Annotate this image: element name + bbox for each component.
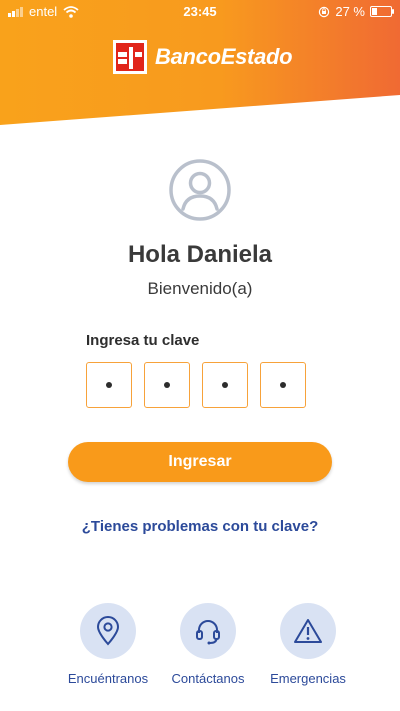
battery-percent: 27 %	[335, 4, 365, 19]
pin-input-group[interactable]	[86, 362, 306, 408]
find-us-label[interactable]: Encuéntranos	[58, 671, 158, 686]
pin-digit-3[interactable]	[202, 362, 248, 408]
contact-us-action[interactable]: Contáctanos	[158, 603, 258, 686]
greeting-title: Hola Daniela	[127, 241, 273, 268]
contact-us-icon-bg[interactable]	[180, 603, 236, 659]
headset-icon	[196, 620, 220, 645]
rotation-lock-icon	[319, 6, 330, 17]
pin-dot	[106, 382, 112, 388]
pin-digit-1[interactable]	[86, 362, 132, 408]
battery-icon	[370, 6, 394, 17]
password-help-link[interactable]: ¿Tienes problemas con tu clave?	[0, 518, 400, 535]
status-right: 27 %	[318, 4, 394, 19]
emergencies-label[interactable]: Emergencias	[258, 671, 358, 686]
pin-digit-4[interactable]	[260, 362, 306, 408]
find-us-action[interactable]: Encuéntranos	[58, 603, 158, 686]
contact-us-label[interactable]: Contáctanos	[158, 671, 258, 686]
pin-label: Ingresa tu clave	[86, 332, 200, 349]
bancoestado-logo-icon	[113, 40, 147, 74]
location-pin-icon	[96, 616, 120, 646]
pin-dot	[164, 382, 170, 388]
pin-dot	[222, 382, 228, 388]
emergencies-action[interactable]: Emergencias	[258, 603, 358, 686]
find-us-icon-bg[interactable]	[80, 603, 136, 659]
pin-dot	[280, 382, 286, 388]
status-bar: entel 23:45 27 %	[0, 0, 400, 22]
user-avatar-icon	[169, 159, 231, 221]
brand-logo: BancoEstado	[113, 40, 293, 74]
welcome-subtitle: Bienvenido(a)	[147, 279, 253, 298]
brand-name: BancoEstado	[155, 44, 293, 69]
warning-icon	[294, 619, 322, 643]
login-button[interactable]: Ingresar	[68, 442, 332, 482]
emergencies-icon-bg[interactable]	[280, 603, 336, 659]
pin-digit-2[interactable]	[144, 362, 190, 408]
